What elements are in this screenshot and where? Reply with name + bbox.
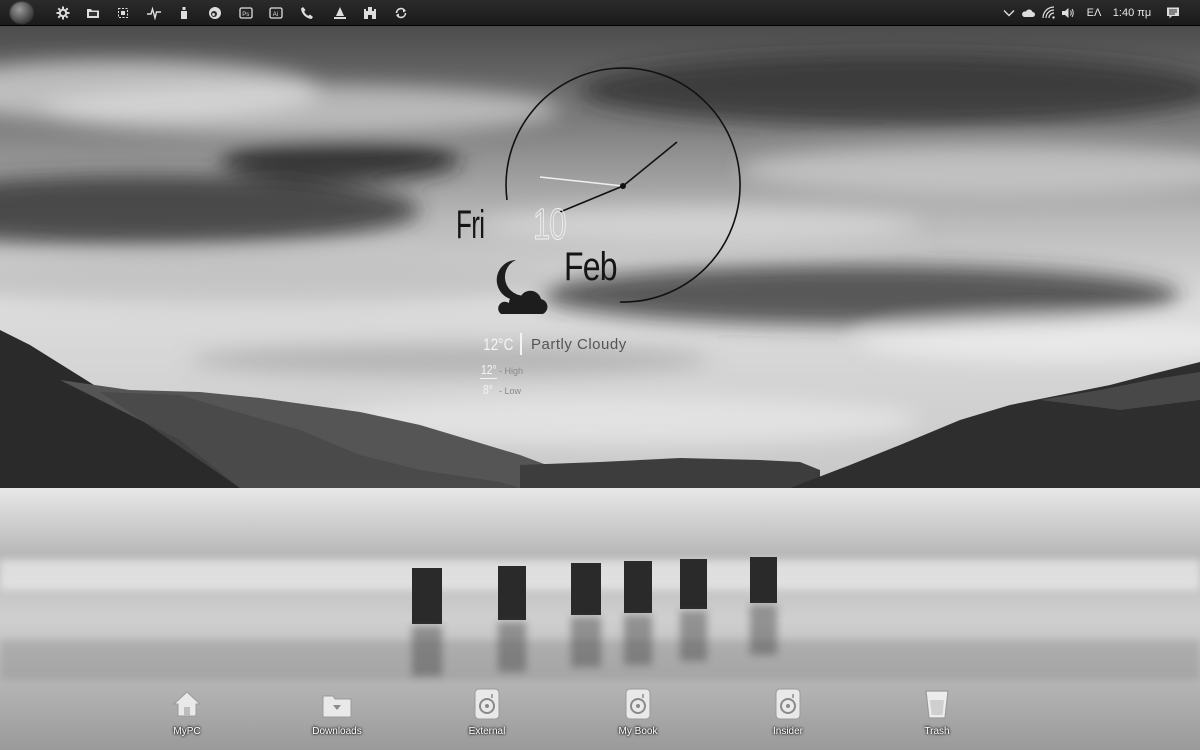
weather-high-label: - High [499, 366, 524, 376]
phone-icon[interactable] [298, 4, 316, 22]
weather-low: 8° [483, 382, 493, 397]
weather-low-label: - Low [499, 386, 522, 396]
bottle-icon[interactable] [175, 4, 193, 22]
dock-item-trash[interactable]: Trash [902, 686, 972, 746]
browser-icon[interactable] [206, 4, 224, 22]
svg-text:Ps: Ps [242, 12, 249, 18]
photoshop-icon[interactable]: Ps [237, 4, 255, 22]
desktop-wallpaper [0, 0, 1200, 750]
weather-high: 12° [481, 362, 497, 377]
illustrator-icon[interactable]: Ai [267, 4, 285, 22]
castle-icon[interactable] [361, 4, 379, 22]
dock-label: Trash [924, 726, 950, 737]
settings-icon[interactable] [54, 4, 72, 22]
folder-icon[interactable] [84, 4, 102, 22]
svg-text:Ai: Ai [273, 12, 278, 18]
dock-label: Insider [772, 726, 803, 737]
dock-label: My Book [618, 726, 658, 737]
dock-label: Downloads [312, 726, 362, 737]
action-center-icon[interactable] [1165, 5, 1181, 20]
weather-condition: Partly Cloudy [531, 336, 627, 353]
moon-cloud-icon [496, 260, 548, 314]
dock-item-downloads[interactable]: Downloads [302, 686, 372, 746]
drive-icon [625, 688, 651, 720]
drive-icon [474, 688, 500, 720]
sailing-icon[interactable] [331, 4, 349, 22]
download-folder-icon [322, 695, 352, 718]
chevron-down-icon[interactable] [1002, 5, 1016, 20]
sync-icon[interactable] [392, 4, 410, 22]
drive-icon [775, 688, 801, 720]
dock-item-my-book[interactable]: My Book [603, 686, 673, 746]
dock-item-insider[interactable]: Insider [753, 686, 823, 746]
volume-icon[interactable] [1060, 5, 1076, 20]
onedrive-cloud-icon[interactable] [1020, 5, 1036, 20]
start-button[interactable] [9, 1, 35, 25]
trash-icon [925, 690, 949, 719]
screen-capture-icon[interactable] [114, 4, 132, 22]
weather-divider [520, 333, 522, 355]
weather-high-low-divider [480, 378, 497, 379]
taskbar-clock[interactable]: 1:40 πμ [1112, 5, 1152, 20]
input-language-indicator[interactable]: ΕΛ [1085, 5, 1103, 20]
home-icon [172, 691, 202, 717]
weather-temperature: 12°C [483, 335, 514, 354]
dock-label: External [468, 726, 506, 737]
dock-label: MyPC [173, 726, 201, 737]
activity-monitor-icon[interactable] [145, 4, 163, 22]
dock-item-external[interactable]: External [452, 686, 522, 746]
top-taskbar: Ps Ai ΕΛ 1:40 πμ [0, 0, 1200, 26]
wifi-icon[interactable] [1041, 5, 1057, 20]
dock-item-mypc[interactable]: MyPC [152, 686, 222, 746]
